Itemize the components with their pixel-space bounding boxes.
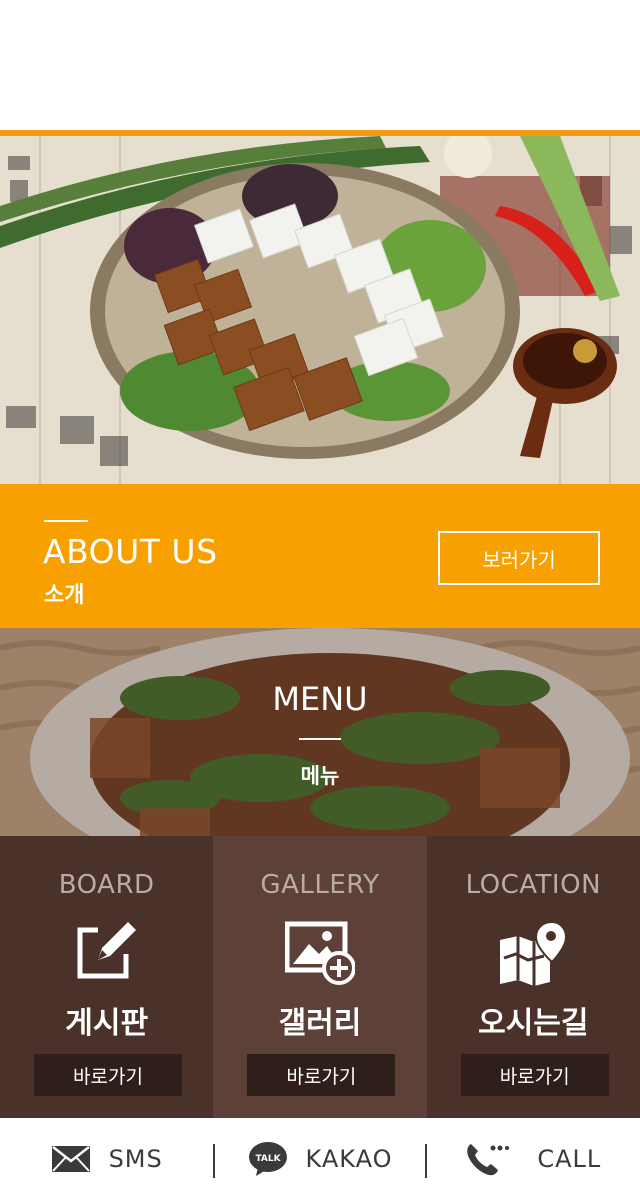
tile-gallery-title-ko: 갤러리 [278,1006,362,1041]
map-pin-icon [500,920,568,986]
menu-background-photo [0,628,640,836]
about-section: ABOUT US 소개 보러가기 [0,484,640,628]
sms-button[interactable]: SMS [0,1118,213,1200]
tile-location-title-ko: 오시는길 [478,1006,589,1041]
board-go-button[interactable]: 바로가기 [34,1054,182,1096]
kakao-button[interactable]: TALK KAKAO [213,1118,427,1200]
about-divider [44,520,88,522]
food-photo [0,136,640,484]
gallery-go-button[interactable]: 바로가기 [247,1054,396,1096]
edit-icon [77,920,136,979]
about-title-en: ABOUT US [43,532,218,571]
about-view-button[interactable]: 보러가기 [438,531,600,585]
footer-divider [213,1144,216,1178]
header [0,0,640,132]
kakaotalk-icon: TALK [248,1142,287,1176]
tile-board: BOARD 게시판 바로가기 [0,836,214,1118]
tile-board-title-en: BOARD [58,870,155,900]
tile-location-title-en: LOCATION [465,870,602,900]
menu-divider [299,738,341,740]
location-go-button[interactable]: 바로가기 [460,1054,609,1096]
call-label: CALL [537,1145,602,1173]
menu-title-en: MENU [272,680,368,718]
menu-section[interactable]: MENU 메뉴 [0,628,640,836]
call-button[interactable]: CALL [427,1118,640,1200]
kakao-badge-text: TALK [255,1154,281,1164]
menu-title-ko: 메뉴 [300,764,340,788]
tile-board-title-ko: 게시판 [65,1006,149,1041]
envelope-icon [51,1146,90,1172]
tile-gallery: GALLERY 갤러리 바로가기 [213,836,427,1118]
hero-image [0,136,640,484]
about-title-ko: 소개 [44,583,85,608]
phone-icon [467,1144,510,1176]
gallery-add-icon [284,921,355,985]
footer-contact-bar: SMS TALK KAKAO CALL [0,1118,640,1200]
tile-location: LOCATION 오시는길 바로가기 [426,836,640,1118]
sms-label: SMS [108,1145,163,1173]
kakao-label: KAKAO [305,1145,393,1173]
tile-gallery-title-en: GALLERY [260,870,380,900]
shortcut-tiles: BOARD 게시판 바로가기 GALLERY 갤러리 바로가기 LOCATION [0,836,640,1118]
